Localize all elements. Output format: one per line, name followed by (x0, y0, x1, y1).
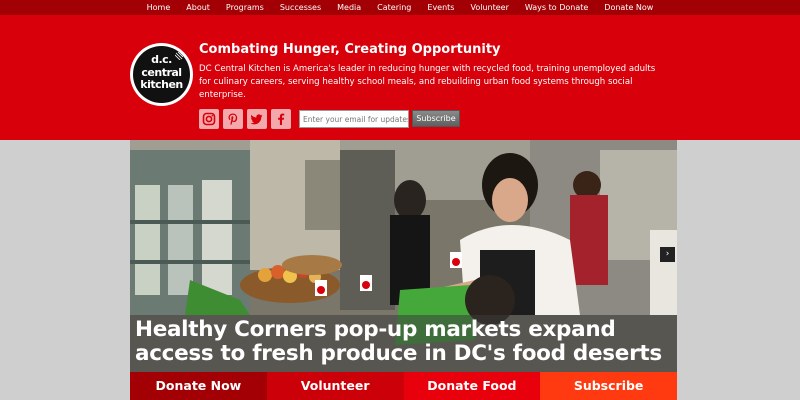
volunteer-button[interactable]: Volunteer (266, 372, 404, 400)
pinterest-icon[interactable] (223, 109, 243, 129)
hero-caption[interactable]: Healthy Corners pop-up markets expand ac… (135, 318, 677, 366)
cta-bar: Donate Now Volunteer Donate Food Subscri… (130, 372, 677, 400)
twitter-icon[interactable] (247, 109, 267, 129)
logo-text-line3: kitchen (140, 78, 183, 91)
social-links (199, 109, 291, 129)
subscribe-button[interactable]: Subscribe (412, 110, 460, 127)
site-tagline: Combating Hunger, Creating Opportunity (199, 42, 501, 57)
fork-icon (175, 52, 183, 60)
nav-catering[interactable]: Catering (369, 0, 419, 15)
nav-programs[interactable]: Programs (218, 0, 272, 15)
donate-food-button[interactable]: Donate Food (403, 372, 541, 400)
facebook-icon[interactable] (271, 109, 291, 129)
nav-media[interactable]: Media (329, 0, 369, 15)
logo-badge: d.c. central kitchen (133, 46, 190, 103)
logo-text-line2: central (141, 66, 182, 79)
email-signup-input[interactable] (299, 110, 409, 128)
nav-donate-now[interactable]: Donate Now (596, 0, 661, 15)
nav-about[interactable]: About (178, 0, 218, 15)
nav-ways-to-donate[interactable]: Ways to Donate (517, 0, 596, 15)
nav-events[interactable]: Events (419, 0, 462, 15)
donate-now-button[interactable]: Donate Now (130, 372, 267, 400)
subscribe-cta-button[interactable]: Subscribe (540, 372, 677, 400)
nav-successes[interactable]: Successes (272, 0, 329, 15)
nav-volunteer[interactable]: Volunteer (462, 0, 516, 15)
slideshow-next-button[interactable]: › (660, 247, 675, 262)
top-navigation: Home About Programs Successes Media Cate… (0, 0, 800, 15)
site-logo[interactable]: d.c. central kitchen (130, 43, 193, 106)
nav-home[interactable]: Home (139, 0, 179, 15)
hero-slideshow[interactable]: Healthy Corners pop-up markets expand ac… (130, 140, 677, 372)
instagram-icon[interactable] (199, 109, 219, 129)
site-description: DC Central Kitchen is America's leader i… (199, 64, 656, 100)
site-header: d.c. central kitchen Combating Hunger, C… (0, 15, 800, 140)
